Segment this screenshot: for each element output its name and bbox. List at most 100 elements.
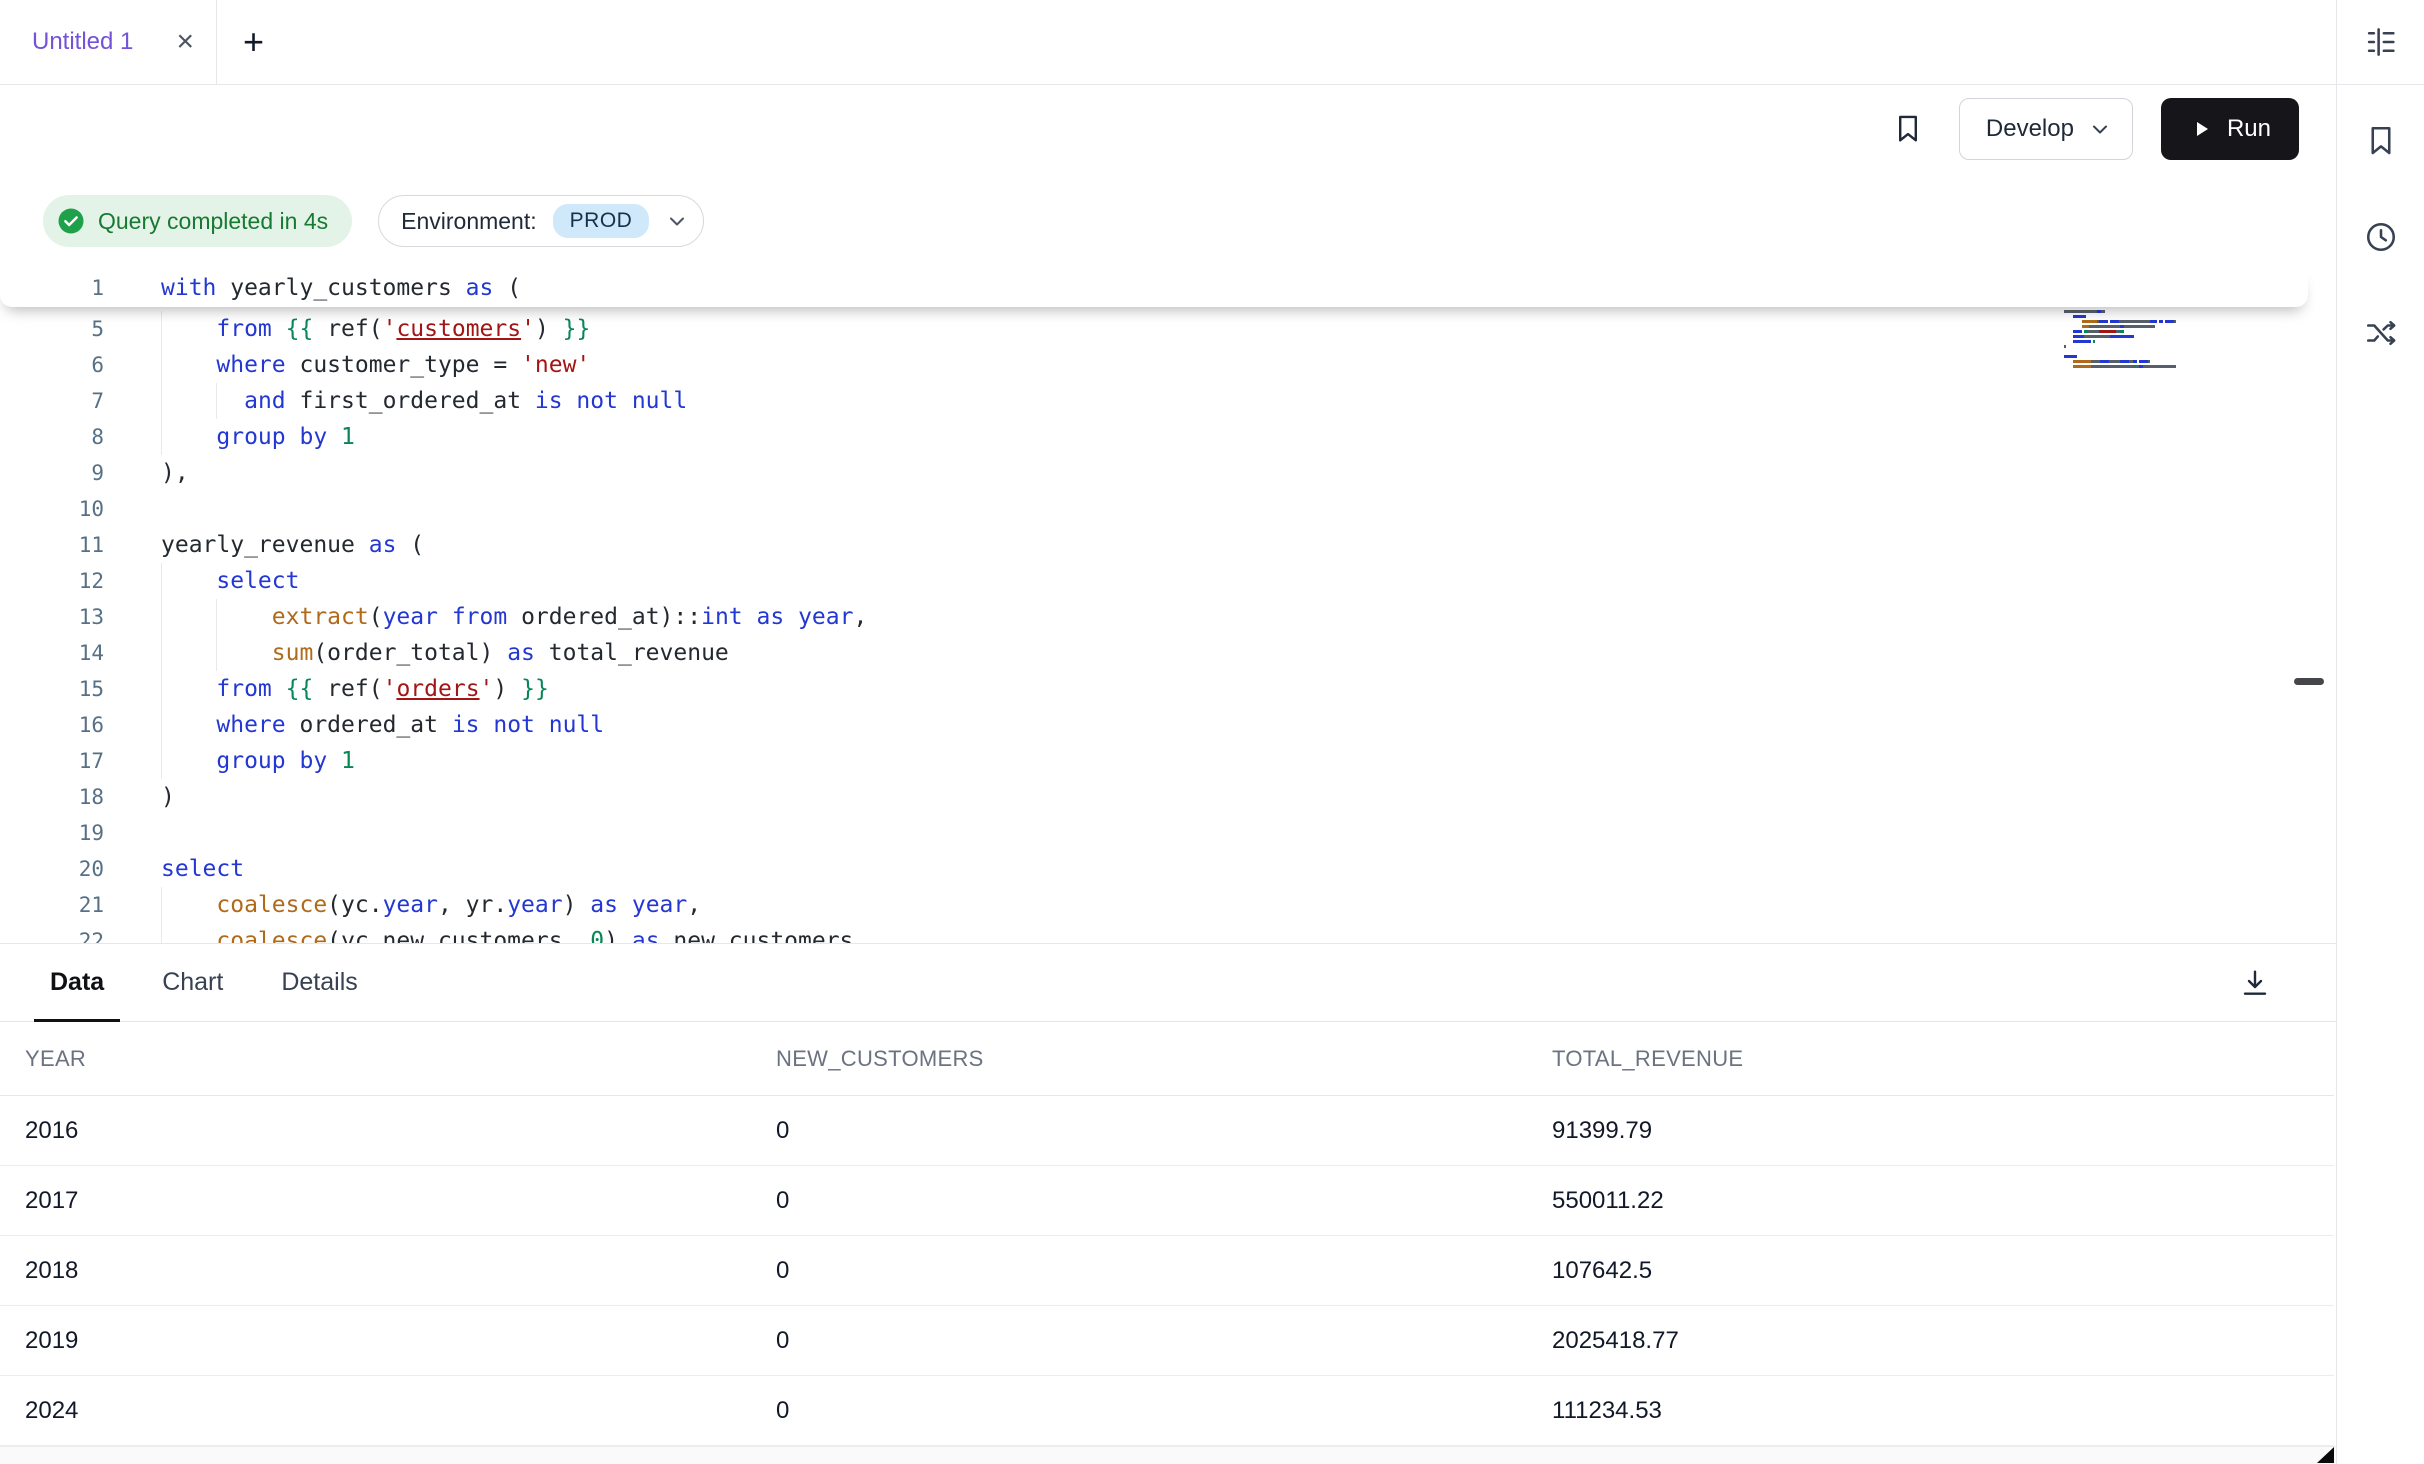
code-line[interactable]: 11yearly_revenue as ( — [0, 527, 2336, 563]
line-number: 22 — [0, 929, 104, 943]
column-header[interactable]: TOTAL_REVENUE — [1552, 1022, 2334, 1096]
chevron-down-icon — [2088, 117, 2112, 141]
history-panel-button[interactable] — [2359, 215, 2403, 259]
code-line[interactable]: 18) — [0, 779, 2336, 815]
code-line[interactable]: 5 from {{ ref('customers') }} — [0, 311, 2336, 347]
bookmarks-panel-button[interactable] — [2359, 119, 2403, 163]
sql-editor[interactable]: 1with yearly_customers as ( 5 from {{ re… — [0, 269, 2336, 943]
code-text: sum(order_total) as total_revenue — [104, 640, 729, 666]
history-icon — [2363, 219, 2399, 255]
horizontal-scrollbar[interactable] — [0, 1446, 2336, 1464]
code-line[interactable]: 14 sum(order_total) as total_revenue — [0, 635, 2336, 671]
code-line[interactable]: 13 extract(year from ordered_at)::int as… — [0, 599, 2336, 635]
plus-icon: + — [243, 21, 264, 63]
code-text: select — [104, 856, 244, 882]
indent-guide — [161, 419, 162, 455]
code-text: ), — [104, 460, 189, 486]
download-icon — [2239, 967, 2271, 999]
query-status-text: Query completed in 4s — [98, 208, 328, 235]
tab-chart[interactable]: Chart — [146, 944, 239, 1021]
code-text: and first_ordered_at is not null — [104, 388, 687, 414]
editor-scrollbar-thumb[interactable] — [2294, 678, 2324, 685]
indent-guide — [216, 383, 217, 419]
indent-guide — [161, 743, 162, 779]
indent-guide — [161, 923, 162, 943]
code-text: from {{ ref('orders') }} — [104, 676, 549, 702]
line-number: 18 — [0, 785, 104, 809]
tab-details[interactable]: Details — [265, 944, 373, 1021]
code-line[interactable]: 22 coalesce(yc.new_customers, 0) as new_… — [0, 923, 2336, 943]
new-tab-button[interactable]: + — [217, 0, 290, 84]
download-button[interactable] — [2232, 960, 2278, 1006]
table-cell[interactable]: 2018 — [0, 1236, 776, 1306]
develop-label: Develop — [1986, 115, 2074, 143]
environment-label: Environment: — [401, 208, 537, 235]
main-column: Untitled 1 × + Develop — [0, 0, 2336, 1464]
table-cell[interactable]: 2019 — [0, 1306, 776, 1376]
develop-dropdown[interactable]: Develop — [1959, 98, 2133, 160]
bookmark-button[interactable] — [1885, 106, 1931, 152]
table-cell[interactable]: 0 — [776, 1166, 1552, 1236]
lineage-panel-button[interactable] — [2359, 311, 2403, 355]
code-line[interactable]: 19 — [0, 815, 2336, 851]
code-line[interactable]: 6 where customer_type = 'new' — [0, 347, 2336, 383]
table-cell[interactable]: 0 — [776, 1096, 1552, 1166]
table-cell[interactable]: 2016 — [0, 1096, 776, 1166]
line-numbers-panel-button[interactable] — [2359, 20, 2403, 64]
table-cell[interactable]: 2025418.77 — [1552, 1306, 2334, 1376]
table-cell[interactable]: 550011.22 — [1552, 1166, 2334, 1236]
code-line[interactable]: 16 where ordered_at is not null — [0, 707, 2336, 743]
code-line[interactable]: 17 group by 1 — [0, 743, 2336, 779]
table-cell[interactable]: 2024 — [0, 1376, 776, 1446]
line-number: 7 — [0, 389, 104, 413]
sticky-line[interactable]: 1with yearly_customers as ( — [0, 269, 2308, 307]
line-number: 6 — [0, 353, 104, 377]
code-line[interactable]: 9), — [0, 455, 2336, 491]
line-number: 5 — [0, 317, 104, 341]
code-line[interactable]: 21 coalesce(yc.year, yr.year) as year, — [0, 887, 2336, 923]
line-number: 12 — [0, 569, 104, 593]
table-cell[interactable]: 111234.53 — [1552, 1376, 2334, 1446]
results-panel: Data Chart Details YEARNEW_CUSTOMERSTOTA… — [0, 943, 2336, 1464]
tab-bar: Untitled 1 × + — [0, 0, 2336, 85]
code-text: coalesce(yc.year, yr.year) as year, — [104, 892, 701, 918]
line-number: 17 — [0, 749, 104, 773]
tab-data[interactable]: Data — [34, 944, 120, 1021]
code-text: group by 1 — [104, 748, 355, 774]
code-line[interactable]: 1with yearly_customers as ( — [0, 269, 2308, 307]
tab-untitled-1[interactable]: Untitled 1 × — [0, 0, 217, 84]
column-header[interactable]: NEW_CUSTOMERS — [776, 1022, 1552, 1096]
environment-selector[interactable]: Environment: PROD — [378, 195, 704, 247]
code-text: with yearly_customers as ( — [104, 275, 521, 301]
code-line[interactable]: 12 select — [0, 563, 2336, 599]
results-table: YEARNEW_CUSTOMERSTOTAL_REVENUE2016091399… — [0, 1022, 2336, 1446]
table-cell[interactable]: 0 — [776, 1376, 1552, 1446]
line-number: 14 — [0, 641, 104, 665]
table-cell[interactable]: 107642.5 — [1552, 1236, 2334, 1306]
indent-guide — [161, 311, 162, 347]
tab-details-label: Details — [281, 968, 357, 997]
table-cell[interactable]: 0 — [776, 1236, 1552, 1306]
code-line[interactable]: 8 group by 1 — [0, 419, 2336, 455]
code-text: where customer_type = 'new' — [104, 352, 590, 378]
code-line[interactable]: 10 — [0, 491, 2336, 527]
lineage-icon — [2363, 315, 2399, 351]
code-line[interactable]: 15 from {{ ref('orders') }} — [0, 671, 2336, 707]
indent-guide — [161, 635, 162, 671]
code-line[interactable]: 7 and first_ordered_at is not null — [0, 383, 2336, 419]
line-number: 21 — [0, 893, 104, 917]
run-button[interactable]: Run — [2161, 98, 2299, 160]
code-lines[interactable]: 5 from {{ ref('customers') }}6 where cus… — [0, 311, 2336, 943]
table-cell[interactable]: 0 — [776, 1306, 1552, 1376]
column-header[interactable]: YEAR — [0, 1022, 776, 1096]
code-text: where ordered_at is not null — [104, 712, 604, 738]
table-cell[interactable]: 91399.79 — [1552, 1096, 2334, 1166]
results-tabs: Data Chart Details — [0, 944, 2336, 1022]
code-line[interactable]: 20select — [0, 851, 2336, 887]
line-number: 1 — [0, 276, 104, 300]
table-cell[interactable]: 2017 — [0, 1166, 776, 1236]
indent-guide — [216, 599, 217, 635]
resize-grip[interactable] — [2317, 1447, 2334, 1463]
line-number: 11 — [0, 533, 104, 557]
close-icon[interactable]: × — [176, 27, 194, 57]
